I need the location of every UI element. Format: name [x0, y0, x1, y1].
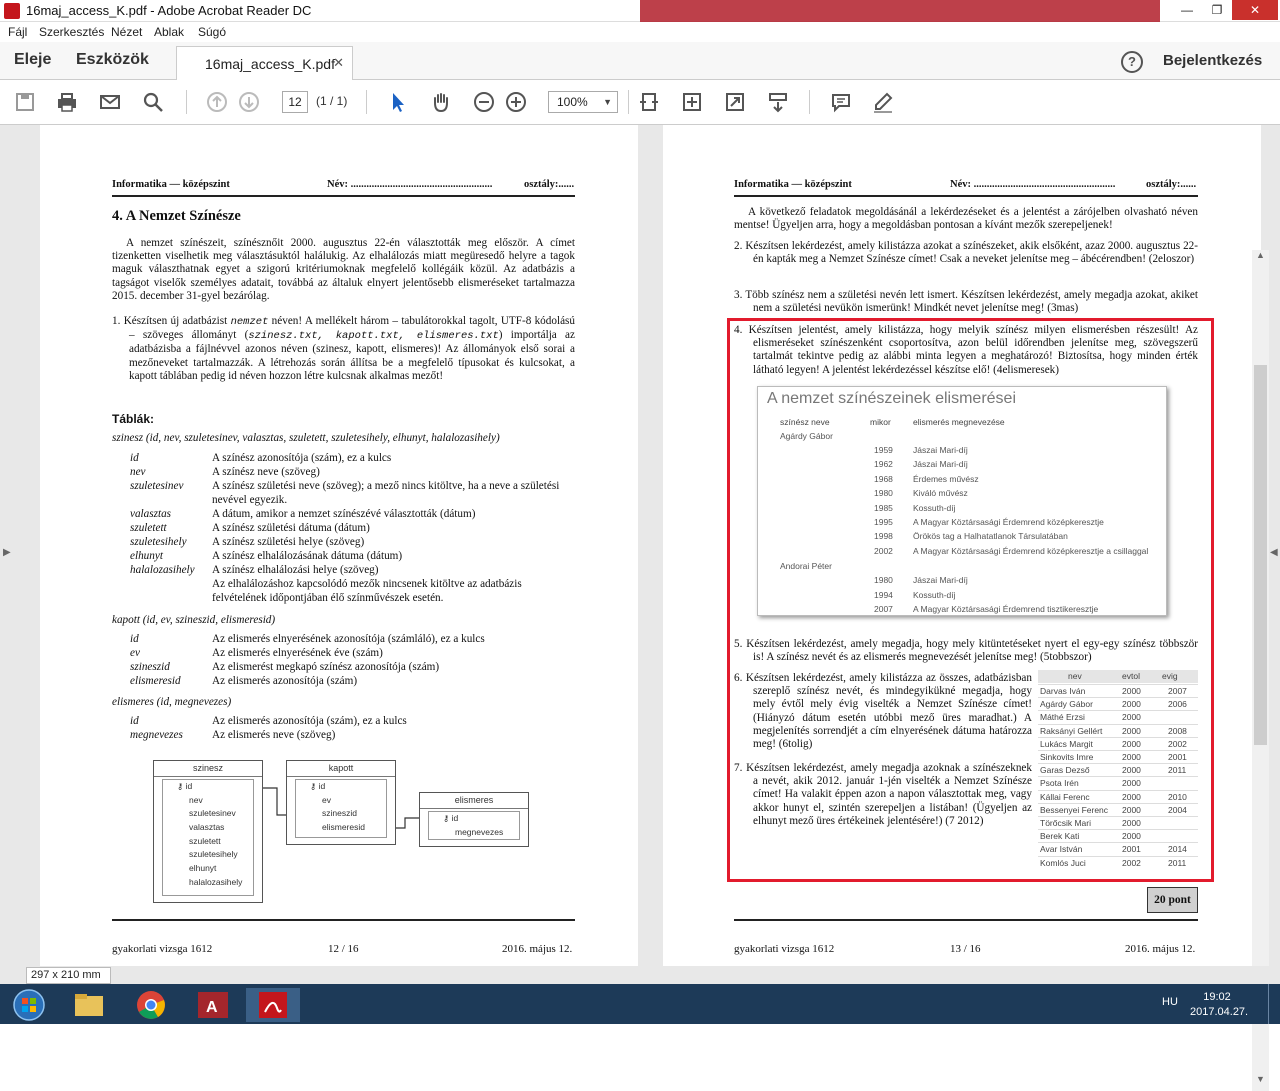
- left-pane-toggle-icon[interactable]: ▶: [3, 547, 11, 558]
- start-button[interactable]: [2, 988, 56, 1022]
- page-header-class: osztály:......: [1146, 179, 1197, 190]
- title-bar: 16maj_access_K.pdf - Adobe Acrobat Reade…: [0, 0, 1280, 22]
- footer-page-number: 12 / 16: [328, 943, 359, 955]
- comment-icon[interactable]: [830, 91, 852, 113]
- menu-window[interactable]: Ablak: [154, 25, 184, 39]
- status-bar: 297 x 210 mm: [0, 966, 1280, 984]
- footer-rule: [734, 919, 1198, 921]
- show-desktop-button[interactable]: [1268, 984, 1280, 1024]
- page-header-subject: Informatika — középszint: [734, 179, 852, 190]
- menu-bar: Fájl Szerkesztés Nézet Ablak Súgó: [0, 22, 1280, 42]
- er-table-title: szinesz: [154, 761, 262, 777]
- pdf-page-12: Informatika — középszint Név: ..........…: [40, 125, 638, 966]
- language-indicator[interactable]: HU: [1162, 996, 1178, 1008]
- zoom-value: 100%: [557, 95, 588, 109]
- footer-date: 2016. május 12.: [502, 943, 573, 955]
- highlight-pen-icon[interactable]: [872, 91, 894, 113]
- zoom-in-icon[interactable]: [505, 91, 527, 113]
- previous-page-icon[interactable]: [206, 91, 228, 113]
- print-icon[interactable]: [56, 91, 78, 113]
- chevron-down-icon: ▼: [603, 97, 612, 107]
- background-window-strip: [640, 0, 1160, 22]
- menu-edit[interactable]: Szerkesztés: [39, 25, 104, 39]
- lead-paragraph: A következő feladatok megoldásánál a lek…: [734, 206, 1198, 232]
- tab-close-icon[interactable]: ✕: [333, 55, 344, 71]
- file-explorer-icon[interactable]: [62, 988, 116, 1022]
- close-button[interactable]: ✕: [1232, 0, 1278, 20]
- footer-exam: gyakorlati vizsga 1612: [734, 943, 835, 955]
- er-table-szinesz: szinesz ⚷ id nev szuletesinev valasztas szu…: [153, 760, 263, 903]
- login-button[interactable]: Bejelentkezés: [1163, 52, 1262, 69]
- scroll-down-icon[interactable]: ▼: [1252, 1074, 1269, 1091]
- footer-page-number: 13 / 16: [950, 943, 981, 955]
- menu-file[interactable]: Fájl: [8, 25, 27, 39]
- task-3: 3. Több színész nem a születési nevén le…: [734, 289, 1198, 315]
- windows-taskbar: A HU 19:02 2017.04.27.: [0, 984, 1280, 1024]
- zoom-out-icon[interactable]: [473, 91, 495, 113]
- er-table-title: elismeres: [420, 793, 528, 809]
- footer-rule: [112, 919, 575, 921]
- fullscreen-icon[interactable]: [724, 91, 746, 113]
- zoom-dropdown[interactable]: 100% ▼: [548, 91, 618, 113]
- toolbar-separator: [628, 90, 629, 114]
- svg-text:A: A: [206, 999, 218, 1016]
- tab-bar: Eleje Eszközök 16maj_access_K.pdf ✕ ? Be…: [0, 42, 1280, 81]
- page-header-name: Név: ...................................…: [950, 179, 1116, 190]
- er-table-kapott: kapott ⚷ id ev szineszid elismeresid: [286, 760, 396, 845]
- email-icon[interactable]: [99, 91, 121, 113]
- footer-exam: gyakorlati vizsga 1612: [112, 943, 213, 955]
- vertical-scrollbar[interactable]: ▲ ▼: [1252, 250, 1269, 1091]
- highlight-rectangle: [727, 318, 1214, 882]
- points-box: 20 pont: [1147, 887, 1198, 913]
- tab-document[interactable]: 16maj_access_K.pdf ✕: [176, 46, 353, 81]
- footer-date: 2016. május 12.: [1125, 943, 1196, 955]
- minimize-button[interactable]: —: [1172, 0, 1202, 20]
- next-page-icon[interactable]: [238, 91, 260, 113]
- save-icon[interactable]: [14, 91, 36, 113]
- toolbar-separator: [366, 90, 367, 114]
- menu-view[interactable]: Nézet: [111, 25, 142, 39]
- access-icon[interactable]: A: [186, 988, 240, 1022]
- help-icon[interactable]: ?: [1121, 51, 1143, 73]
- fit-width-icon[interactable]: [681, 91, 703, 113]
- er-field-key: ⚷ id: [310, 781, 326, 791]
- select-cursor-icon[interactable]: [387, 91, 409, 113]
- system-clock[interactable]: 19:02 2017.04.27.: [1190, 990, 1249, 1020]
- task-2: 2. Készítsen lekérdezést, amely kilistáz…: [734, 240, 1198, 266]
- tab-home[interactable]: Eleje: [14, 51, 51, 69]
- hand-tool-icon[interactable]: [430, 91, 452, 113]
- search-icon[interactable]: [142, 91, 164, 113]
- scroll-mode-icon[interactable]: [767, 91, 789, 113]
- toolbar: 12 (1 / 1) 100% ▼: [0, 80, 1280, 125]
- scrollbar-thumb[interactable]: [1254, 365, 1267, 745]
- scroll-up-icon[interactable]: ▲: [1252, 250, 1269, 267]
- chrome-icon[interactable]: [124, 988, 178, 1022]
- er-table-elismeres: elismeres ⚷ id megnevezes: [419, 792, 529, 847]
- page-number-input[interactable]: 12: [282, 91, 308, 113]
- er-field-key: ⚷ id: [177, 781, 193, 791]
- fit-page-icon[interactable]: [638, 91, 660, 113]
- page-count: (1 / 1): [316, 94, 348, 108]
- menu-help[interactable]: Súgó: [198, 25, 226, 39]
- acrobat-app-icon: [4, 3, 20, 19]
- right-pane-toggle-icon[interactable]: ◀: [1270, 547, 1278, 558]
- clock-date: 2017.04.27.: [1190, 1006, 1249, 1018]
- toolbar-separator: [186, 90, 187, 114]
- er-field-key: ⚷ id: [443, 813, 459, 823]
- tab-document-label: 16maj_access_K.pdf: [205, 56, 335, 72]
- window-title: 16maj_access_K.pdf - Adobe Acrobat Reade…: [26, 3, 312, 18]
- restore-button[interactable]: ❐: [1202, 0, 1232, 20]
- tab-tools[interactable]: Eszközök: [76, 51, 149, 69]
- header-rule: [734, 195, 1198, 197]
- clock-time: 19:02: [1203, 991, 1231, 1003]
- er-table-title: kapott: [287, 761, 395, 777]
- acrobat-reader-taskbar-icon[interactable]: [246, 988, 300, 1022]
- page-size-readout: 297 x 210 mm: [26, 967, 111, 984]
- toolbar-separator: [809, 90, 810, 114]
